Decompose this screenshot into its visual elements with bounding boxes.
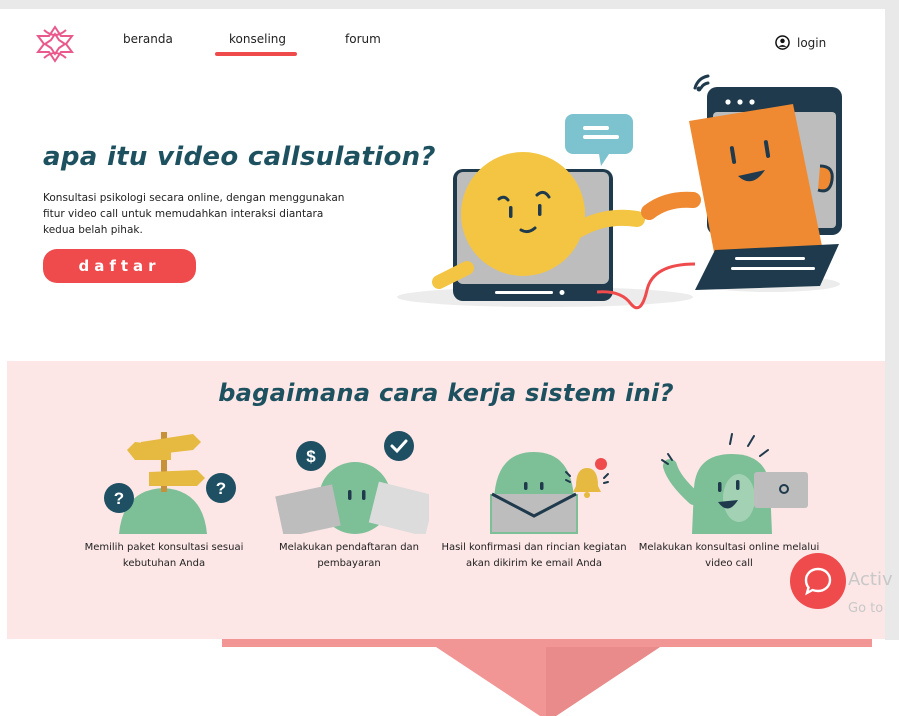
os-watermark-line1: Activ	[848, 569, 893, 590]
step-1-text: Memilih paket konsultasi sesuai kebutuha…	[84, 542, 244, 569]
svg-text:?: ?	[216, 479, 226, 498]
step-item: $ Melakukan pendaftaran dan pembayaran	[254, 416, 444, 572]
window-frame-top	[0, 0, 899, 9]
chat-button[interactable]	[790, 553, 846, 609]
user-circle-icon	[775, 35, 790, 50]
nav-forum[interactable]: forum	[345, 32, 381, 46]
svg-text:$: $	[306, 447, 316, 466]
email-bell-icon	[490, 452, 609, 534]
hero-title: apa itu video callsulation?	[43, 142, 436, 172]
svg-text:?: ?	[114, 489, 124, 508]
step-item: ? ? Memilih paket konsultasi sesuai kebu…	[69, 416, 259, 572]
step-3-text: Hasil konfirmasi dan rincian kegiatan ak…	[441, 542, 627, 569]
video-call-icon	[661, 433, 808, 534]
nav-konseling[interactable]: konseling	[229, 32, 286, 46]
step-item: Melakukan konsultasi online melalui vide…	[634, 416, 824, 572]
login-label: login	[797, 35, 827, 50]
video-call-hero-illustration	[397, 74, 842, 310]
dollar-check-icon: $	[275, 431, 429, 534]
funnel-shape	[222, 639, 872, 716]
chat-bubble-icon	[804, 567, 832, 596]
step-2-text: Melakukan pendaftaran dan pembayaran	[278, 542, 420, 569]
how-it-works-section: bagaimana cara kerja sistem ini? ? ? Mem…	[7, 361, 885, 639]
window-scrollbar[interactable]	[885, 0, 899, 640]
active-nav-underline	[215, 52, 297, 56]
signpost-question-icon: ? ?	[104, 432, 236, 534]
nav-beranda[interactable]: beranda	[123, 32, 173, 46]
section-title: bagaimana cara kerja sistem ini?	[218, 379, 674, 407]
page: beranda konseling forum login apa itu vi…	[7, 9, 885, 639]
os-watermark-line2: Go to	[848, 601, 884, 616]
step-item: Hasil konfirmasi dan rincian kegiatan ak…	[439, 416, 629, 572]
hero-description: Konsultasi psikologi secara online, deng…	[43, 192, 345, 236]
lotus-logo-icon[interactable]	[35, 24, 75, 64]
daftar-button[interactable]: daftar	[43, 249, 196, 283]
login-link[interactable]: login	[775, 35, 826, 50]
